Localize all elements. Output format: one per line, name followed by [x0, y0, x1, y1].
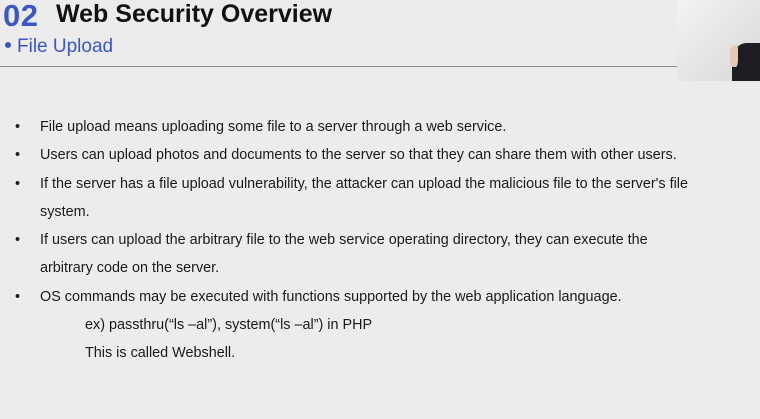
example-line: ex) passthru(“ls –al”), system(“ls –al”)…: [85, 317, 373, 334]
bullet-icon: •: [15, 175, 21, 192]
bullet-item: • OS commands may be executed with funct…: [0, 283, 760, 311]
slide-subtitle: File Upload: [5, 36, 113, 58]
section-number: 02: [3, 0, 39, 33]
bullet-icon: •: [15, 232, 21, 249]
bullet-text: File upload means uploading some file to…: [40, 119, 507, 135]
bullet-icon: •: [15, 119, 21, 135]
bullet-item: • If the server has a file upload vulner…: [0, 170, 760, 227]
subtitle-bullet-icon: [5, 41, 11, 48]
bullet-text: If users can upload the arbitrary file t…: [40, 232, 648, 249]
slide-content: • File upload means uploading some file …: [0, 113, 760, 368]
presenter-video-thumbnail: [677, 0, 760, 81]
bullet-icon: •: [15, 288, 21, 305]
webshell-note: This is called Webshell.: [85, 345, 236, 362]
slide-header: 02 Web Security Overview File Upload: [0, 0, 677, 66]
bullet-icon: •: [15, 147, 21, 164]
presenter-silhouette-icon: [730, 43, 760, 81]
header-divider: [0, 66, 677, 67]
bullet-item: • If users can upload the arbitrary file…: [0, 226, 760, 283]
bullet-list: • File upload means uploading some file …: [0, 113, 760, 311]
bullet-item: • File upload means uploading some file …: [0, 113, 760, 141]
bullet-text-continued: system.: [40, 203, 90, 220]
bullet-text: OS commands may be executed with functio…: [40, 288, 622, 305]
slide: 02 Web Security Overview File Upload • F…: [0, 0, 760, 419]
bullet-text: Users can upload photos and documents to…: [40, 147, 677, 164]
bullet-text: If the server has a file upload vulnerab…: [40, 175, 688, 192]
bullet-text-continued: arbitrary code on the server.: [40, 260, 220, 277]
subtitle-text: File Upload: [17, 36, 114, 57]
bullet-item: • Users can upload photos and documents …: [0, 141, 760, 169]
slide-title: Web Security Overview: [56, 0, 333, 28]
